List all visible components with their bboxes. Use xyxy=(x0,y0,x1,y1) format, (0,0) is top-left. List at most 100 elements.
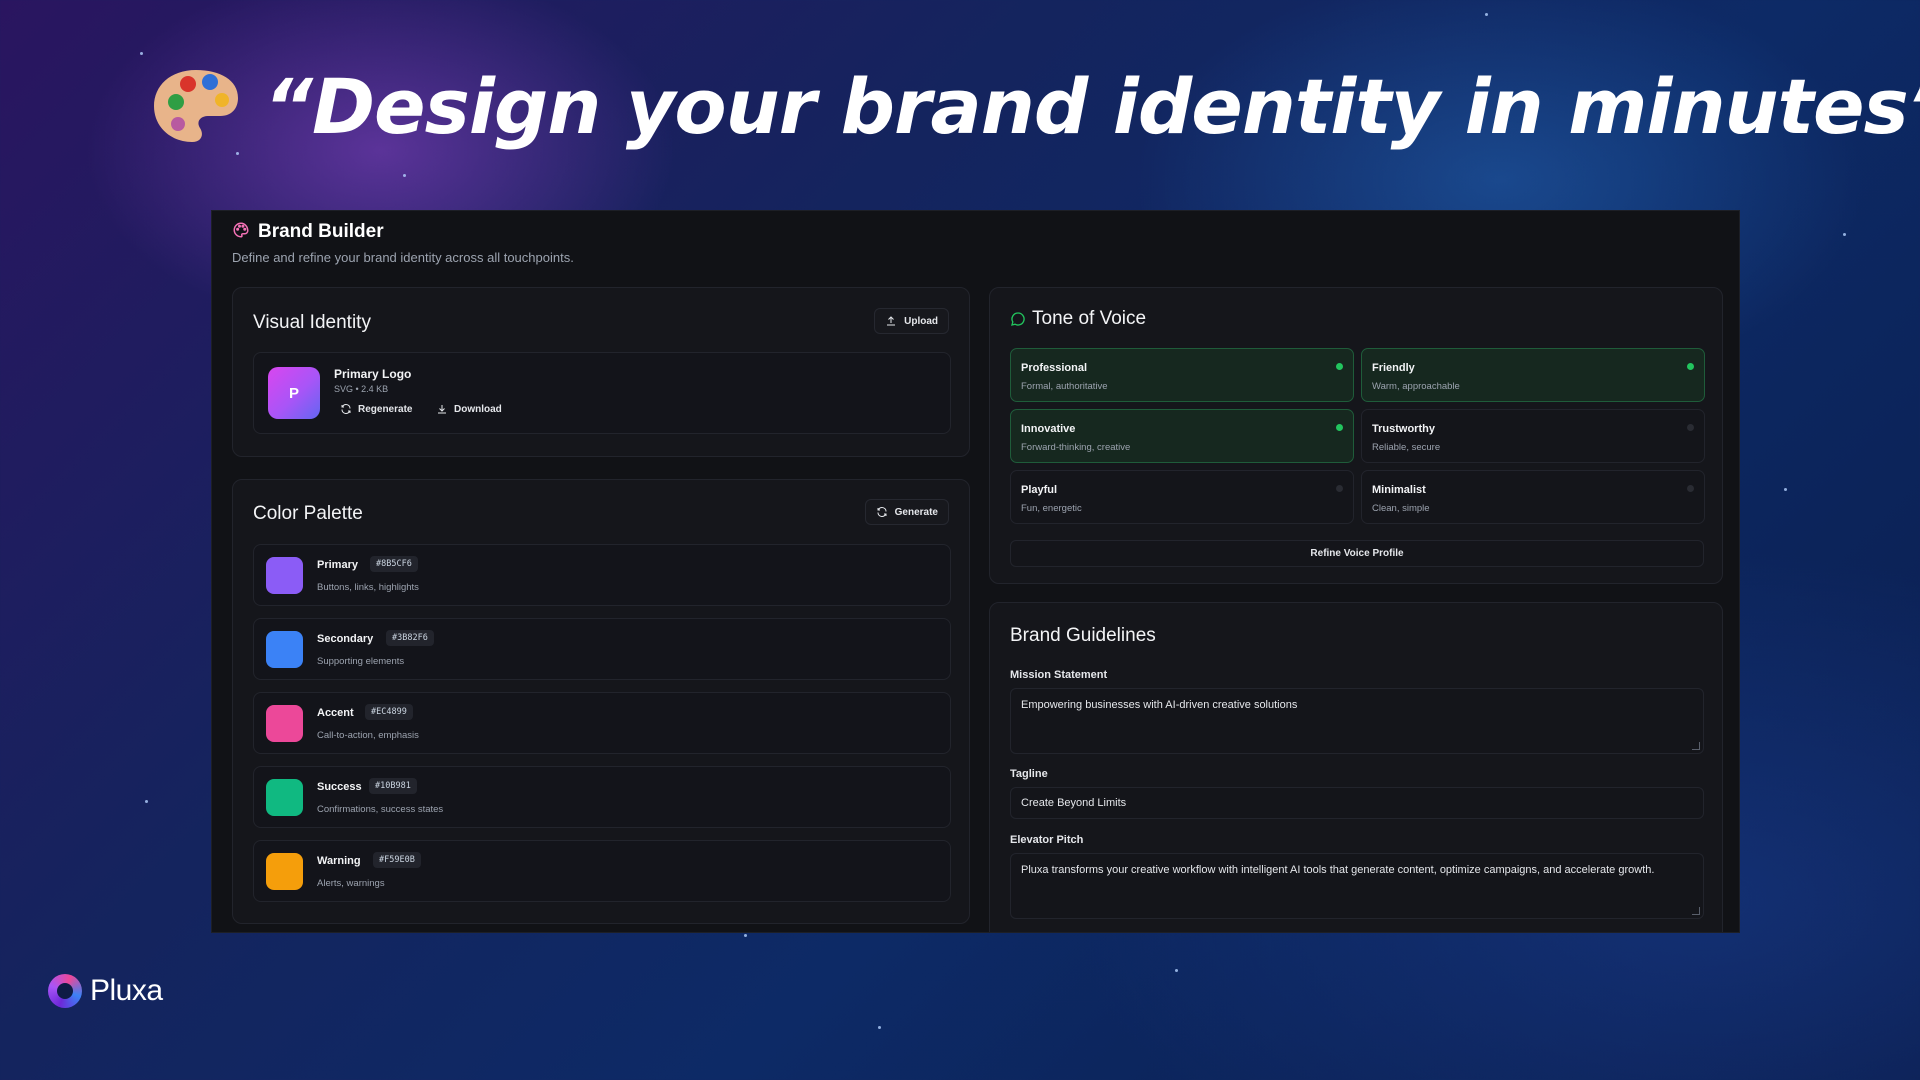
selected-dot-icon xyxy=(1687,363,1694,370)
background-star xyxy=(1175,969,1178,972)
selected-dot-icon xyxy=(1336,424,1343,431)
background-star xyxy=(1843,233,1846,236)
app-header: Brand Builder Define and refine your bra… xyxy=(232,217,574,265)
hex-code: #3B82F6 xyxy=(386,630,434,646)
selected-dot-icon xyxy=(1336,363,1343,370)
brand-name: Pluxa xyxy=(90,974,163,1007)
pluxa-logo-icon xyxy=(48,974,82,1008)
color-description: Call-to-action, emphasis xyxy=(317,730,419,741)
background-star xyxy=(140,52,143,55)
brand-guidelines-title: Brand Guidelines xyxy=(1010,625,1156,646)
hex-code: #10B981 xyxy=(369,778,417,794)
tone-name: Professional xyxy=(1021,362,1088,374)
color-row-primary[interactable]: Primary #8B5CF6 Buttons, links, highligh… xyxy=(253,544,951,606)
tone-description: Fun, energetic xyxy=(1021,503,1082,514)
color-name: Accent xyxy=(317,707,354,719)
regenerate-button[interactable]: Regenerate xyxy=(340,403,412,415)
tone-name: Minimalist xyxy=(1372,484,1426,496)
resize-handle-icon[interactable] xyxy=(1692,907,1700,915)
tagline-label: Tagline xyxy=(1010,768,1048,780)
resize-handle-icon[interactable] xyxy=(1692,742,1700,750)
palette-icon xyxy=(232,221,250,244)
chat-bubble-icon xyxy=(1011,312,1025,326)
mission-statement-field[interactable]: Empowering businesses with AI-driven cre… xyxy=(1010,688,1704,754)
tagline-field[interactable]: Create Beyond Limits xyxy=(1010,787,1704,819)
upload-label: Upload xyxy=(904,315,938,327)
color-row-secondary[interactable]: Secondary #3B82F6 Supporting elements xyxy=(253,618,951,680)
tone-description: Forward-thinking, creative xyxy=(1021,442,1131,453)
tone-option-innovative[interactable]: Innovative Forward-thinking, creative xyxy=(1010,409,1354,463)
tone-of-voice-card: Tone of Voice Professional Formal, autho… xyxy=(989,287,1723,584)
download-label: Download xyxy=(454,403,502,415)
tone-option-trustworthy[interactable]: Trustworthy Reliable, secure xyxy=(1361,409,1705,463)
color-palette-card: Color Palette Generate Primary #8B5CF6 B… xyxy=(232,479,970,924)
color-swatch[interactable] xyxy=(266,705,303,742)
tone-name: Friendly xyxy=(1372,362,1415,374)
background-star xyxy=(878,1026,881,1029)
mission-statement-label: Mission Statement xyxy=(1010,669,1108,681)
background-star xyxy=(1485,13,1488,16)
color-swatch[interactable] xyxy=(266,631,303,668)
tone-name: Trustworthy xyxy=(1372,423,1435,435)
color-description: Alerts, warnings xyxy=(317,878,385,889)
pluxa-brand: Pluxa xyxy=(48,974,163,1008)
background-star xyxy=(744,934,747,937)
visual-identity-title: Visual Identity xyxy=(253,312,371,333)
tone-description: Clean, simple xyxy=(1372,503,1430,514)
elevator-pitch-field[interactable]: Pluxa transforms your creative workflow … xyxy=(1010,853,1704,919)
color-description: Supporting elements xyxy=(317,656,405,667)
download-button[interactable]: Download xyxy=(436,403,502,415)
tone-of-voice-title: Tone of Voice xyxy=(1032,308,1147,329)
hero-headline: “Design your brand identity in minutes” xyxy=(150,56,1920,156)
elevator-pitch-label: Elevator Pitch xyxy=(1010,834,1084,846)
logo-name: Primary Logo xyxy=(334,367,412,381)
app-subtitle: Define and refine your brand identity ac… xyxy=(232,250,574,265)
logo-thumbnail[interactable]: P xyxy=(268,367,320,419)
color-name: Secondary xyxy=(317,633,374,645)
tone-description: Reliable, secure xyxy=(1372,442,1441,453)
hex-code: #EC4899 xyxy=(365,704,413,720)
refresh-icon xyxy=(341,404,351,414)
tone-option-minimalist[interactable]: Minimalist Clean, simple xyxy=(1361,470,1705,524)
background-star xyxy=(145,800,148,803)
color-description: Buttons, links, highlights xyxy=(317,582,419,593)
color-name: Success xyxy=(317,781,362,793)
color-row-success[interactable]: Success #10B981 Confirmations, success s… xyxy=(253,766,951,828)
tone-name: Playful xyxy=(1021,484,1058,496)
color-swatch[interactable] xyxy=(266,779,303,816)
logo-row: P Primary Logo SVG • 2.4 KB Regenerate D… xyxy=(253,352,951,434)
color-palette-title: Color Palette xyxy=(253,503,363,524)
brand-builder-window: Brand Builder Define and refine your bra… xyxy=(211,210,1740,933)
color-swatch[interactable] xyxy=(266,853,303,890)
tone-name: Innovative xyxy=(1021,423,1076,435)
hex-code: #8B5CF6 xyxy=(370,556,418,572)
tone-description: Formal, authoritative xyxy=(1021,381,1108,392)
upload-button[interactable]: Upload xyxy=(874,308,949,334)
background-star xyxy=(403,174,406,177)
tone-description: Warm, approachable xyxy=(1372,381,1460,392)
hex-code: #F59E0B xyxy=(373,852,421,868)
tone-option-playful[interactable]: Playful Fun, energetic xyxy=(1010,470,1354,524)
generate-button[interactable]: Generate xyxy=(864,499,949,525)
color-name: Warning xyxy=(317,855,361,867)
refine-voice-profile-button[interactable]: Refine Voice Profile xyxy=(1010,540,1704,567)
refresh-icon xyxy=(877,507,887,517)
palette-emoji-icon xyxy=(150,66,242,146)
unselected-dot-icon xyxy=(1687,485,1694,492)
visual-identity-card: Visual Identity Upload P Primary Logo SV… xyxy=(232,287,970,457)
color-row-accent[interactable]: Accent #EC4899 Call-to-action, emphasis xyxy=(253,692,951,754)
mission-statement-value: Empowering businesses with AI-driven cre… xyxy=(1021,699,1298,711)
unselected-dot-icon xyxy=(1336,485,1343,492)
color-row-warning[interactable]: Warning #F59E0B Alerts, warnings xyxy=(253,840,951,902)
regenerate-label: Regenerate xyxy=(358,403,413,415)
color-swatch[interactable] xyxy=(266,557,303,594)
app-title: Brand Builder xyxy=(258,221,384,242)
unselected-dot-icon xyxy=(1687,424,1694,431)
hero-title: “Design your brand identity in minutes” xyxy=(264,61,1920,151)
tagline-value: Create Beyond Limits xyxy=(1021,797,1127,809)
color-name: Primary xyxy=(317,559,358,571)
logo-meta: SVG • 2.4 KB xyxy=(334,384,389,394)
brand-guidelines-card: Brand Guidelines Mission Statement Empow… xyxy=(989,602,1723,932)
tone-option-professional[interactable]: Professional Formal, authoritative xyxy=(1010,348,1354,402)
tone-option-friendly[interactable]: Friendly Warm, approachable xyxy=(1361,348,1705,402)
